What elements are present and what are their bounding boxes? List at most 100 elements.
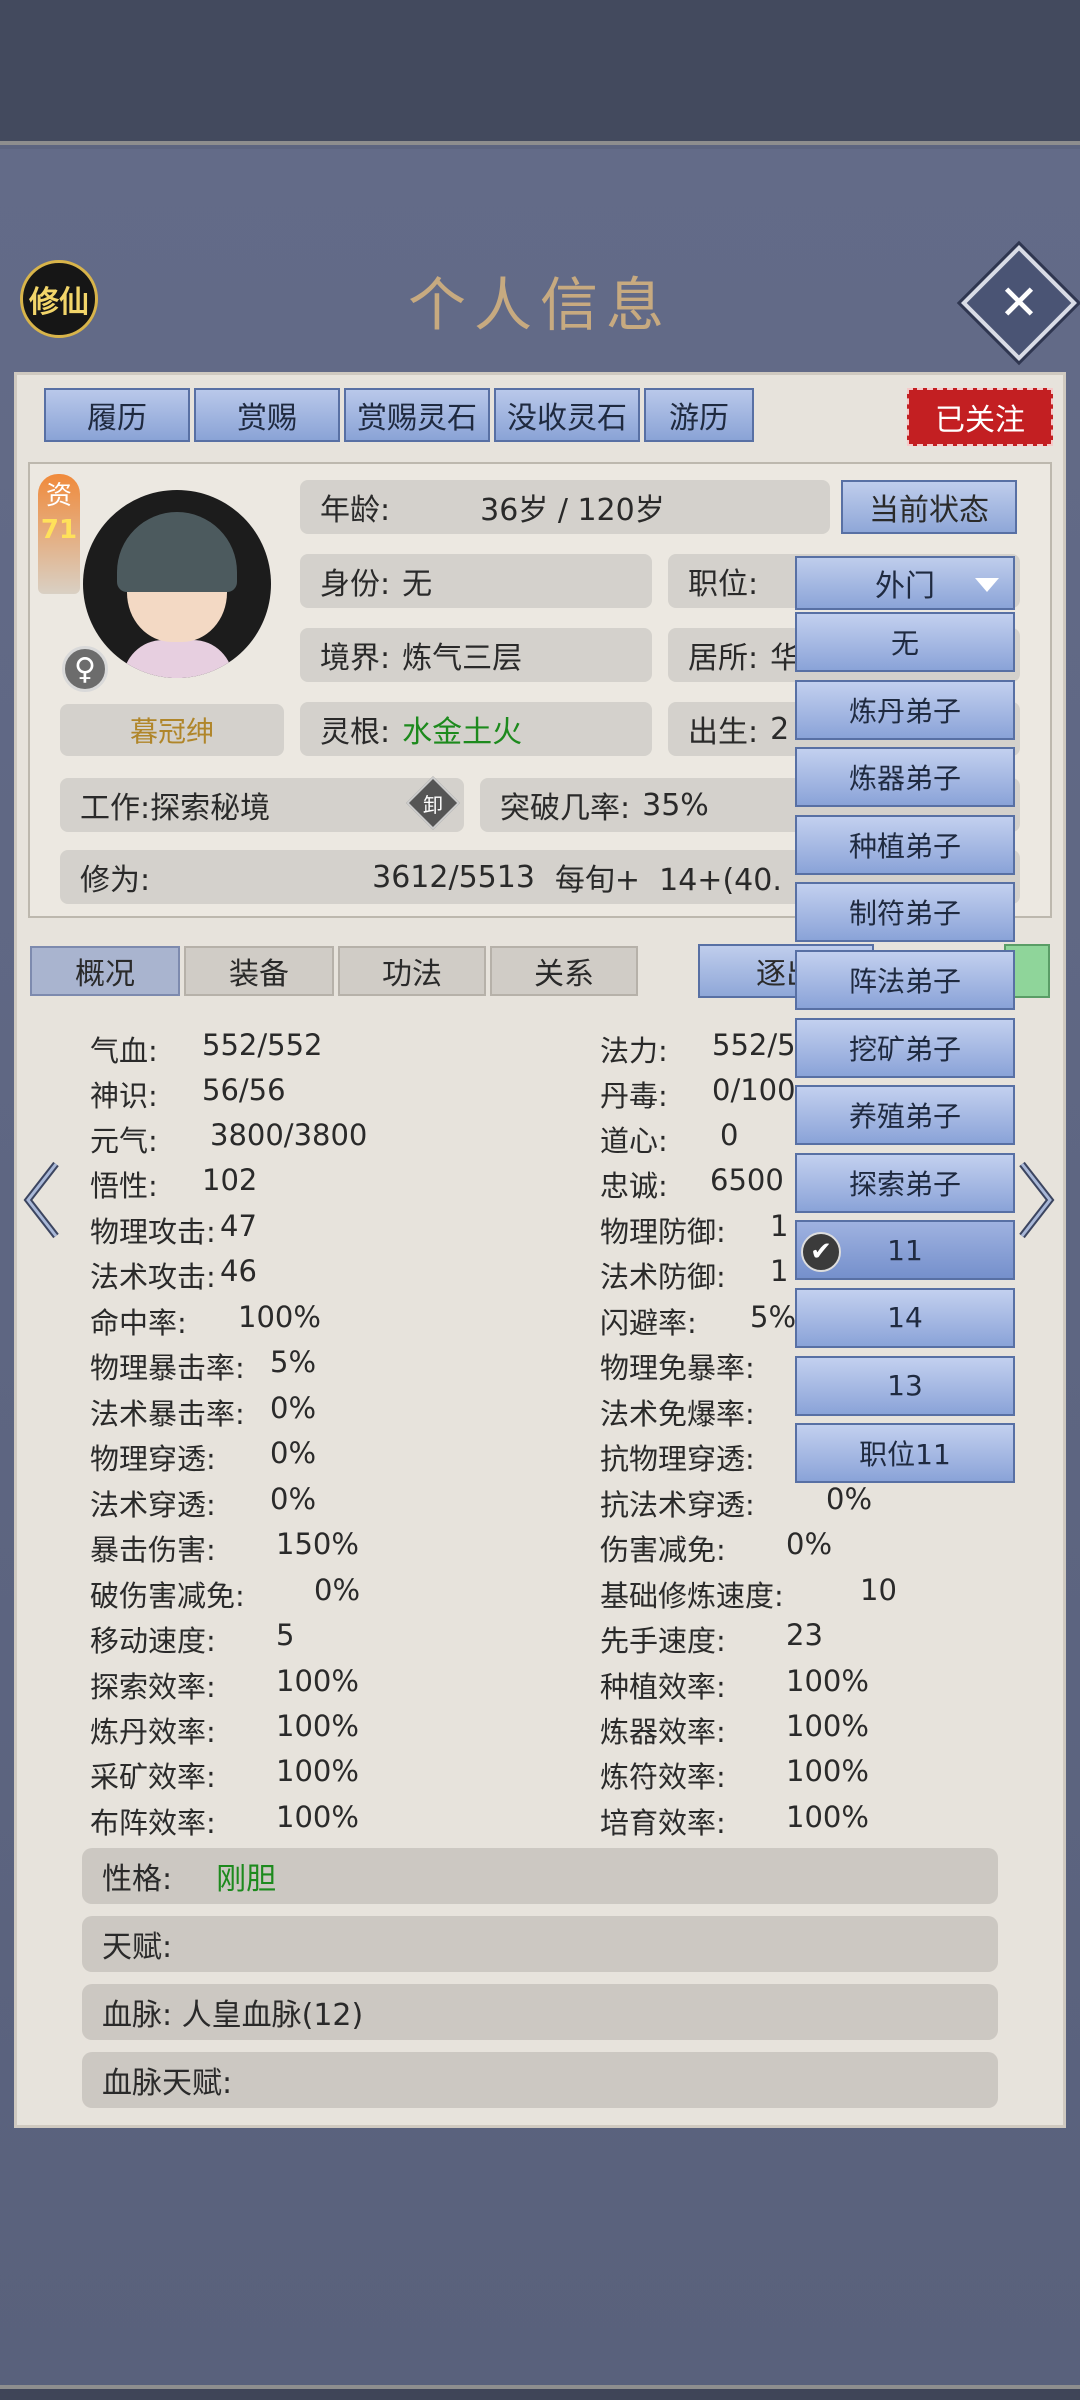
stat-label: 闪避率: [600,1306,697,1340]
subtab-overview[interactable]: 概况 [30,946,180,996]
stat-value: 6500 [710,1163,784,1197]
bloodline-label: 血脉: 人皇血脉(12) [102,1998,364,2033]
dropdown-option-label: 11 [887,1233,923,1267]
left-stat-row: 移动速度: 5 [90,1618,294,1660]
dropdown-option[interactable]: ✔ 11 [795,1220,1015,1281]
left-stat-row: 悟性: 102 [90,1163,257,1205]
right-stat-row: 先手速度: 23 [600,1618,823,1660]
stat-label: 炼丹效率: [90,1715,216,1749]
right-stat-row: 忠诚: 6500 [600,1163,784,1205]
age-value: 36岁 / 120岁 [480,493,665,528]
left-stat-row: 物理穿透: 0% [90,1436,316,1478]
dropdown-option-label: 炼丹弟子 [848,694,961,728]
stat-label: 物理穿透: [90,1442,216,1476]
stat-value: 1 [770,1254,789,1288]
work-label: 工作: [80,791,151,826]
right-stat-row: 抗法术穿透: 0% [600,1482,872,1524]
tab-history[interactable]: 履历 [44,388,190,442]
stat-value: 47 [220,1209,257,1243]
top-band [0,0,1080,145]
stat-value: 100% [786,1754,869,1788]
stat-value: 100% [786,1800,869,1834]
dropdown-option-label: 养殖弟子 [848,1100,961,1134]
spirit-root-value: 水金土火 [402,715,523,750]
stat-value: 100% [276,1664,359,1698]
avatar-hair [117,512,237,592]
left-stat-row: 探索效率: 100% [90,1664,359,1706]
stat-value: 5% [270,1345,317,1379]
stat-label: 道心: [600,1124,668,1158]
stat-label: 炼器效率: [600,1715,726,1749]
tab-reward[interactable]: 赏赐 [194,388,340,442]
stat-label: 法力: [600,1034,668,1068]
position-dropdown[interactable]: 外门 [795,556,1015,610]
position-dropdown-list: 无炼丹弟子炼器弟子种植弟子制符弟子阵法弟子挖矿弟子养殖弟子探索弟子 ✔ 11 14 13… [795,612,1015,1491]
aptitude-badge: 资 71 [38,474,80,594]
right-stat-row: 伤害减免: 0% [600,1527,832,1569]
age-row: 年龄: 36岁 / 120岁 [300,480,830,534]
dropdown-option[interactable]: 阵法弟子 [795,949,1015,1010]
dropdown-option[interactable]: 14 [795,1287,1015,1348]
left-stat-row: 暴击伤害: 150% [90,1527,359,1569]
stat-value: 0% [314,1573,361,1607]
right-stat-row: 法力: 552/5 [600,1028,796,1070]
right-stat-row: 炼器效率: 100% [600,1709,869,1751]
work-row: 工作: 探索秘境 [60,778,464,832]
avatar-body [123,640,233,678]
stat-label: 抗法术穿透: [600,1488,755,1522]
stat-label: 先手速度: [600,1624,726,1658]
page-title: 个人信息 [407,271,672,339]
close-icon: ✕ [998,275,1040,331]
stat-label: 物理防御: [600,1215,726,1249]
dropdown-option[interactable]: 养殖弟子 [795,1085,1015,1146]
stat-value: 23 [786,1618,823,1652]
prev-arrow-icon[interactable] [22,1160,62,1240]
left-stat-row: 物理暴击率: 5% [90,1345,316,1387]
right-stat-row: 基础修炼速度: 10 [600,1573,897,1615]
bloodline-bar: 血脉: 人皇血脉(12) [82,1984,998,2040]
left-stat-row: 炼丹效率: 100% [90,1709,359,1751]
stat-value: 552/552 [202,1028,323,1062]
dropdown-option-label: 13 [887,1369,923,1403]
tab-confiscate-spirit-stone[interactable]: 没收灵石 [494,388,640,442]
stat-value: 552/5 [712,1028,796,1062]
followed-badge[interactable]: 已关注 [907,388,1053,446]
dropdown-option[interactable]: 探索弟子 [795,1152,1015,1213]
left-stat-row: 物理攻击: 47 [90,1209,257,1251]
subtab-equipment[interactable]: 装备 [184,946,334,996]
stat-label: 命中率: [90,1306,187,1340]
dropdown-option[interactable]: 13 [795,1355,1015,1416]
stat-value: 1 [770,1209,789,1243]
dropdown-option[interactable]: 无 [795,612,1015,672]
dropdown-option[interactable]: 种植弟子 [795,814,1015,875]
stat-label: 基础修炼速度: [600,1579,784,1613]
left-stat-row: 法术暴击率: 0% [90,1391,316,1433]
tab-reward-spirit-stone[interactable]: 赏赐灵石 [344,388,490,442]
stat-label: 法术攻击: [90,1260,216,1294]
stat-value: 46 [220,1254,257,1288]
bloodline-talent-label: 血脉天赋: [102,2066,233,2101]
subtab-relations[interactable]: 关系 [490,946,638,996]
dropdown-option[interactable]: 挖矿弟子 [795,1017,1015,1078]
next-arrow-icon[interactable] [1016,1160,1056,1240]
dropdown-option[interactable]: 炼丹弟子 [795,679,1015,740]
dropdown-option[interactable]: 职位11 [795,1423,1015,1484]
stat-label: 悟性: [90,1169,158,1203]
dropdown-option-label: 制符弟子 [848,897,961,931]
avatar[interactable] [83,490,271,678]
stat-label: 培育效率: [600,1806,726,1840]
dropdown-option-label: 炼器弟子 [848,762,961,796]
left-stat-row: 神识: 56/56 [90,1073,286,1115]
dropdown-option[interactable]: 炼器弟子 [795,747,1015,808]
tab-travel[interactable]: 游历 [644,388,754,442]
stat-label: 物理攻击: [90,1215,216,1249]
subtab-techniques[interactable]: 功法 [338,946,486,996]
stat-label: 法术暴击率: [90,1397,245,1431]
current-state-button[interactable]: 当前状态 [841,480,1017,534]
right-stat-row: 培育效率: 100% [600,1800,869,1842]
cultivation-value: 3612/5513 [372,859,535,895]
stat-label: 法术免爆率: [600,1397,755,1431]
stat-value: 100% [276,1754,359,1788]
dropdown-option[interactable]: 制符弟子 [795,882,1015,943]
cultivation-label: 修为: [80,863,151,898]
